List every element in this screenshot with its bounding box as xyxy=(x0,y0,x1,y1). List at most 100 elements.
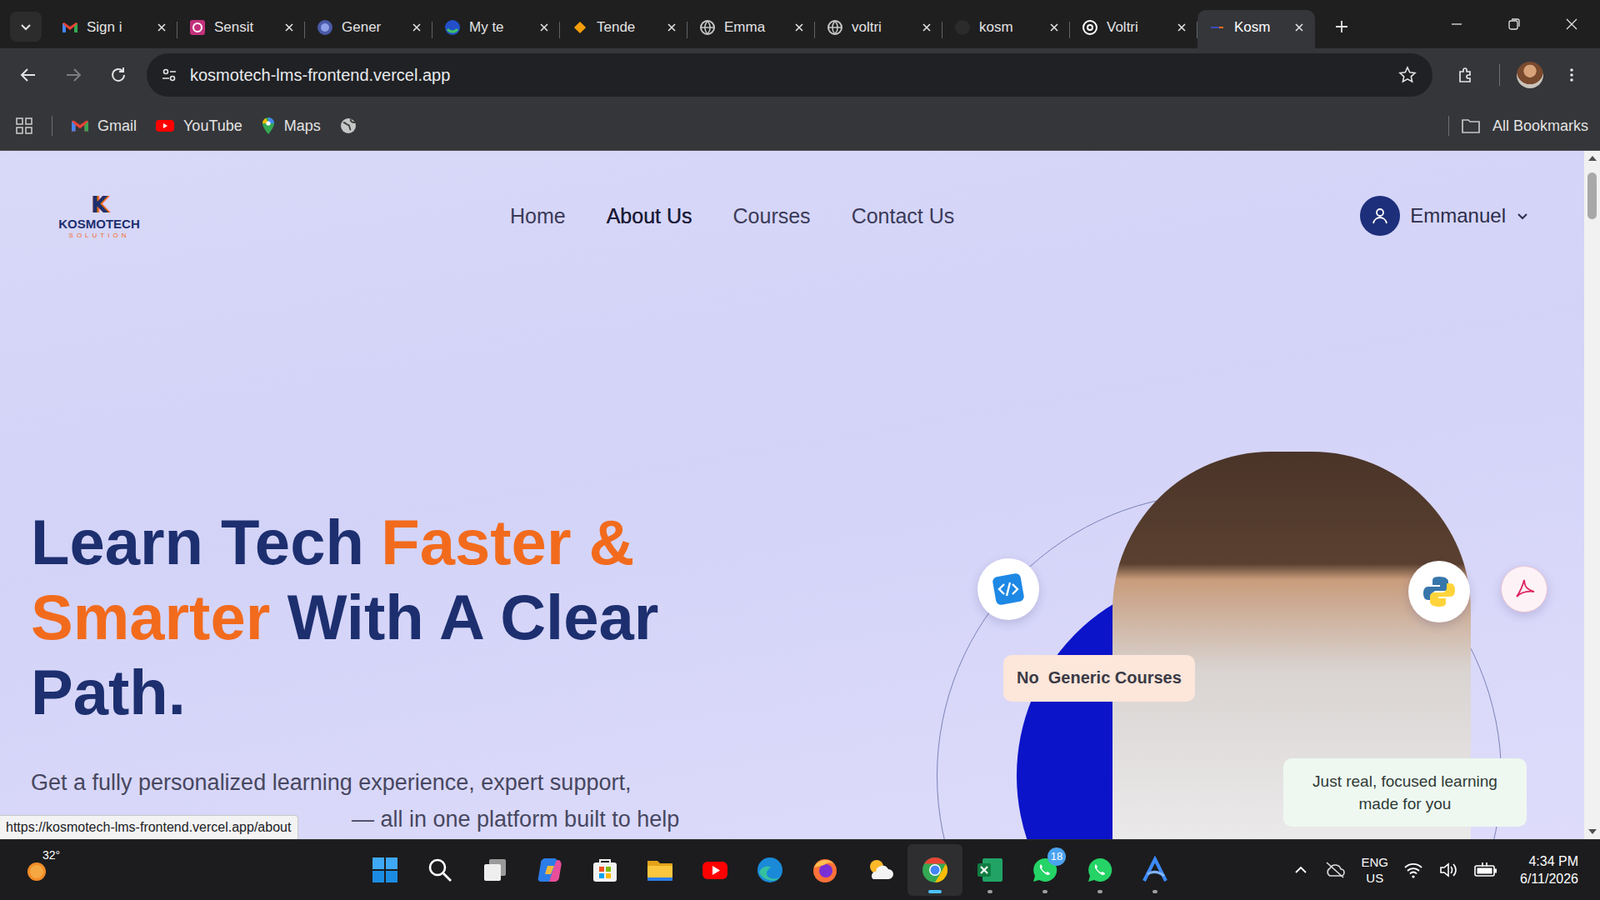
taskbar-app[interactable] xyxy=(467,844,523,896)
bookmark[interactable]: Gmail xyxy=(70,117,137,135)
user-menu[interactable]: Emmanuel xyxy=(1360,195,1530,236)
all-bookmarks-button[interactable]: All Bookmarks xyxy=(1448,115,1589,136)
close-icon[interactable] xyxy=(1048,21,1060,34)
browser-tab[interactable]: Emma xyxy=(687,10,815,49)
feature-badge: No Generic Courses xyxy=(1003,655,1195,702)
close-icon[interactable] xyxy=(793,21,805,34)
taskbar-app[interactable] xyxy=(412,844,468,896)
orb-icon xyxy=(316,19,334,36)
logo[interactable]: KKOSMOTECHSOLUTION xyxy=(50,193,148,240)
site-icon xyxy=(954,19,971,36)
taskbar-app[interactable] xyxy=(852,844,908,896)
taskbar-app[interactable] xyxy=(357,844,413,896)
shield-icon xyxy=(444,19,461,36)
window-controls xyxy=(1427,0,1600,49)
new-tab-button[interactable] xyxy=(1326,11,1357,42)
system-tray: ENGUS 4:34 PM6/11/2026 xyxy=(1292,852,1600,888)
tab-strip: Sign i Sensit GenerMy te Tende Emmavoltri kos… xyxy=(0,0,1600,49)
firefox-icon xyxy=(810,855,840,885)
tab-label: kosm xyxy=(979,19,1040,36)
restore-button[interactable] xyxy=(1485,0,1543,49)
app-icon xyxy=(189,19,206,36)
close-icon[interactable] xyxy=(1175,21,1188,34)
nav-link[interactable]: Home xyxy=(510,204,566,229)
bookmark[interactable]: YouTube xyxy=(155,117,243,135)
taskbar-app[interactable]: 18 xyxy=(1017,844,1073,896)
windows-start-icon xyxy=(370,855,400,885)
browser-tab[interactable]: kosm xyxy=(942,10,1070,49)
reload-button[interactable] xyxy=(101,58,135,92)
region-code: US xyxy=(1365,870,1384,886)
bookmark-star-icon[interactable] xyxy=(1397,65,1418,85)
taskbar-app[interactable] xyxy=(797,844,853,896)
cloud-off-icon[interactable] xyxy=(1324,860,1346,880)
edge-icon xyxy=(755,855,785,885)
main-nav: Home About Us Courses Contact Us xyxy=(510,204,955,229)
tab-label: Tende xyxy=(596,19,658,36)
extensions-button[interactable] xyxy=(1449,58,1483,92)
tab-search-button[interactable] xyxy=(10,11,42,42)
taskbar-app[interactable] xyxy=(632,844,688,896)
nav-link[interactable]: Courses xyxy=(733,204,811,229)
close-icon[interactable] xyxy=(920,21,933,34)
wifi-icon[interactable] xyxy=(1403,860,1424,880)
battery-charging-icon[interactable] xyxy=(1473,860,1499,880)
volume-icon[interactable] xyxy=(1438,860,1459,880)
taskbar-app[interactable] xyxy=(687,844,743,896)
scroll-up-icon[interactable] xyxy=(1588,155,1597,161)
browser-tab[interactable]: voltri xyxy=(815,10,943,49)
file-explorer-icon xyxy=(645,855,675,885)
browser-tab[interactable]: Gener xyxy=(305,10,433,49)
profile-avatar[interactable] xyxy=(1516,61,1544,89)
nav-link[interactable]: Contact Us xyxy=(851,204,955,229)
taskbar-app[interactable] xyxy=(742,844,798,896)
back-button[interactable] xyxy=(11,58,45,92)
close-icon[interactable] xyxy=(283,21,295,34)
close-icon[interactable] xyxy=(410,21,423,34)
input-language[interactable]: ENGUS xyxy=(1360,854,1389,886)
forward-button[interactable] xyxy=(56,58,90,92)
title-segment: Smarter xyxy=(30,580,270,655)
globe-icon xyxy=(826,19,844,36)
taskbar-app[interactable] xyxy=(907,844,963,896)
weather-widget[interactable]: 32° xyxy=(0,853,358,887)
menu-button[interactable] xyxy=(1555,58,1589,92)
python-icon xyxy=(1408,560,1470,623)
close-icon[interactable] xyxy=(1293,21,1305,34)
browser-tab[interactable]: Voltri xyxy=(1070,10,1198,49)
running-indicator xyxy=(1152,890,1158,894)
close-icon[interactable] xyxy=(538,21,550,34)
running-indicator xyxy=(1042,890,1048,894)
browser-tab[interactable]: My te xyxy=(432,10,560,49)
taskbar-app[interactable] xyxy=(577,844,633,896)
taskbar-app[interactable] xyxy=(1072,844,1128,896)
clock[interactable]: 4:34 PM6/11/2026 xyxy=(1520,852,1579,888)
minimize-button[interactable] xyxy=(1427,0,1485,49)
taskbar-app[interactable] xyxy=(522,844,578,896)
globe-icon[interactable] xyxy=(339,116,358,135)
browser-tab[interactable]: Sensit xyxy=(177,10,305,49)
scroll-down-icon[interactable] xyxy=(1588,829,1597,835)
scrollbar[interactable] xyxy=(1584,150,1600,840)
notification-badge: 18 xyxy=(1047,847,1066,866)
browser-tab[interactable]: Sign i xyxy=(50,10,178,49)
browser-tab[interactable]: Tende xyxy=(560,10,688,49)
browser-tab[interactable]: Kosm xyxy=(1197,10,1315,49)
scrollbar-thumb[interactable] xyxy=(1587,172,1597,220)
close-icon xyxy=(1565,17,1579,31)
bookmark[interactable]: Maps xyxy=(260,116,321,135)
apps-grid-icon[interactable] xyxy=(15,116,34,135)
all-bookmarks-label: All Bookmarks xyxy=(1492,117,1589,135)
tab-label: Sensit xyxy=(214,19,275,36)
logo-name: KOSMOTECH xyxy=(58,216,140,232)
close-icon[interactable] xyxy=(665,21,678,34)
chrome-icon xyxy=(920,855,950,885)
taskbar-app[interactable] xyxy=(962,844,1018,896)
nav-link[interactable]: About Us xyxy=(606,204,693,229)
chevron-up-icon[interactable] xyxy=(1292,861,1310,879)
taskbar-app[interactable] xyxy=(1127,844,1183,896)
site-settings-icon[interactable] xyxy=(160,65,179,85)
close-icon[interactable] xyxy=(155,21,168,34)
address-bar[interactable]: kosmotech-lms-frontend.vercel.app xyxy=(146,53,1433,97)
close-window-button[interactable] xyxy=(1542,0,1600,49)
